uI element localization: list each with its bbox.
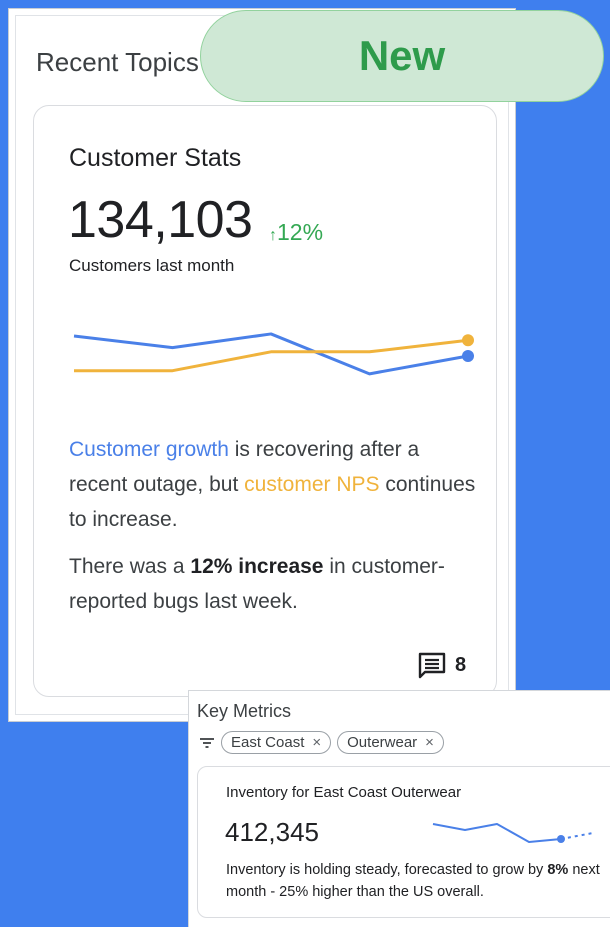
customer-stats-card[interactable]: Customer Stats 134,103 ↑12% Customers la… [33,105,497,697]
insight-paragraph-1: Customer growth is recovering after a re… [69,432,479,537]
insight-text: There was a [69,555,191,578]
recent-topics-panel: Recent Topics Customer Stats 134,103 ↑12… [8,8,516,722]
series-endpoint-1 [462,334,474,347]
inventory-value: 412,345 [225,817,319,847]
series-line-0 [73,332,469,376]
comments-button[interactable]: 8 [417,651,466,679]
customer-nps-link[interactable]: customer NPS [244,473,379,496]
chip-label: East Coast [231,734,305,751]
series-endpoint-0 [462,350,474,362]
series-endpoint-0 [557,835,565,843]
growth-delta: ↑12% [269,219,323,246]
delta-value: 12% [277,219,324,245]
card-subtitle: Customers last month [69,256,235,275]
insight-text: Inventory is holding steady, forecasted … [226,862,548,878]
up-arrow-icon: ↑ [269,227,277,244]
inventory-card[interactable]: Inventory for East Coast Outerwear 412,3… [197,766,610,918]
filter-row: East Coast × Outerwear × [199,731,444,754]
comment-count: 8 [455,653,467,676]
customer-trend-chart [73,332,474,376]
insight-paragraph-2: There was a 12% increase in customer-rep… [69,549,479,619]
growth-percent: 8% [547,862,569,878]
comment-icon [418,652,446,679]
bugs-increase: 12% increase [190,555,324,578]
customer-growth-link[interactable]: Customer growth [69,438,229,461]
new-badge: New [200,10,604,102]
key-metrics-title: Key Metrics [197,701,292,721]
chip-label: Outerwear [347,734,418,751]
customer-count: 134,103 [68,191,253,249]
remove-chip-icon[interactable]: × [425,734,434,751]
filter-chip-east-coast[interactable]: East Coast × [221,731,332,754]
panel-title: Recent Topics [36,47,199,77]
inventory-card-title: Inventory for East Coast Outerwear [226,784,462,801]
forecast-line-0 [560,832,594,840]
series-line-0 [432,823,562,843]
card-title: Customer Stats [69,144,242,172]
inventory-trend-chart [432,823,594,843]
inventory-insight: Inventory is holding steady, forecasted … [226,859,606,903]
filter-icon[interactable] [199,736,215,750]
new-badge-label: New [358,32,446,79]
remove-chip-icon[interactable]: × [312,734,321,751]
filter-chip-outerwear[interactable]: Outerwear × [337,731,444,754]
key-metrics-panel: Key Metrics East Coast × Outerwear × Inv… [188,690,610,927]
